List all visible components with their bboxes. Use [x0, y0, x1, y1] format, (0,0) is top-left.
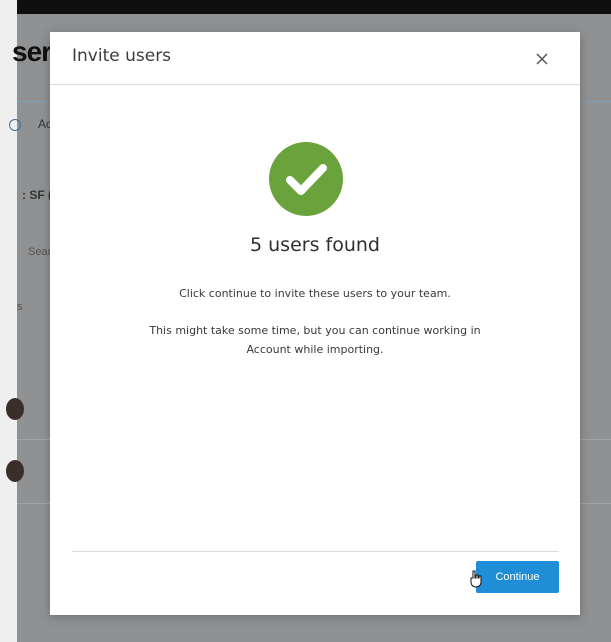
invite-users-dialog: Invite users 5 users found Click continu… [50, 32, 580, 615]
dialog-header: Invite users [50, 32, 580, 85]
message-secondary: This might take some time, but you can c… [149, 324, 481, 356]
message-primary: Click continue to invite these users to … [179, 287, 451, 300]
close-button[interactable] [532, 49, 552, 69]
close-icon [536, 53, 548, 65]
footer-divider [72, 551, 559, 552]
top-bar [17, 0, 611, 14]
check-circle-icon [269, 142, 343, 216]
hand-cursor-icon [470, 570, 482, 588]
avatar [6, 460, 24, 482]
result-title: 5 users found [250, 234, 380, 256]
tab-icon [9, 119, 21, 131]
continue-button[interactable]: Continue [476, 561, 559, 593]
background-filter-label: : SF ( [22, 188, 52, 202]
background-column-label: s [17, 301, 23, 313]
avatar [6, 398, 24, 420]
left-edge [0, 0, 17, 642]
background-page-title: ser [12, 36, 52, 67]
dialog-title: Invite users [72, 46, 172, 66]
background-search-placeholder: Sear [28, 246, 52, 258]
